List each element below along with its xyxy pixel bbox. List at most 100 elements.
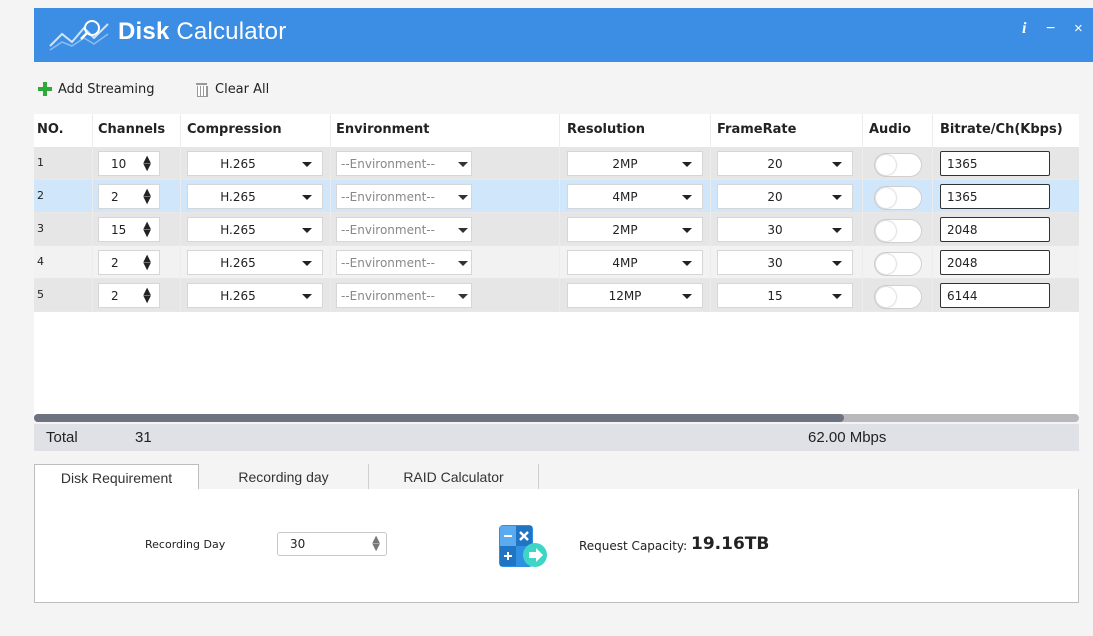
dropdown-caret-icon [302, 261, 312, 266]
compression-select[interactable]: H.265 [187, 283, 323, 308]
compression-select[interactable]: H.265 [187, 184, 323, 209]
spin-arrows-icon[interactable]: ▲ ▼ [143, 221, 151, 239]
compression-value: H.265 [220, 222, 256, 237]
dropdown-caret-icon [682, 261, 692, 266]
table-row[interactable]: 5 2 ▲ ▼ H.265 --Environment-- 12MP 15 6144 [34, 279, 1079, 312]
toggle-knob [876, 287, 896, 307]
framerate-select[interactable]: 20 [717, 151, 853, 176]
app-title: Disk Calculator [118, 18, 287, 45]
table-row[interactable]: 3 15 ▲ ▼ H.265 --Environment-- 2MP 30 2048 [34, 213, 1079, 246]
add-streaming-button[interactable]: Add Streaming [38, 78, 154, 100]
audio-toggle[interactable] [874, 153, 922, 177]
environment-select[interactable]: --Environment-- [336, 151, 472, 176]
audio-toggle[interactable] [874, 252, 922, 276]
close-icon[interactable]: × [1074, 20, 1083, 37]
channels-spinbox[interactable]: 15 ▲ ▼ [98, 217, 160, 242]
tab-recording-day[interactable]: Recording day [199, 464, 369, 490]
resolution-select[interactable]: 4MP [567, 250, 703, 275]
bitrate-input[interactable]: 2048 [940, 217, 1050, 242]
resolution-select[interactable]: 12MP [567, 283, 703, 308]
resolution-value: 12MP [608, 288, 642, 303]
info-icon[interactable]: i [1022, 20, 1026, 38]
spin-arrows-icon[interactable]: ▲ ▼ [143, 188, 151, 206]
compression-value: H.265 [220, 189, 256, 204]
dropdown-caret-icon [832, 162, 842, 167]
framerate-select[interactable]: 15 [717, 283, 853, 308]
clear-all-button[interactable]: Clear All [196, 78, 269, 100]
recording-day-value: 30 [290, 537, 306, 551]
minimize-icon[interactable]: − [1046, 20, 1055, 38]
spin-arrows-icon[interactable]: ▲ ▼ [143, 155, 151, 173]
channels-spinbox[interactable]: 2 ▲ ▼ [98, 283, 160, 308]
calculator-icon[interactable] [499, 525, 553, 567]
spin-arrows-icon[interactable]: ▲ ▼ [372, 535, 380, 553]
row-number: 3 [37, 222, 44, 235]
bitrate-input[interactable]: 2048 [940, 250, 1050, 275]
environment-select[interactable]: --Environment-- [336, 217, 472, 242]
framerate-select[interactable]: 30 [717, 217, 853, 242]
recording-day-spinbox[interactable]: 30 ▲ ▼ [277, 532, 387, 556]
compression-select[interactable]: H.265 [187, 151, 323, 176]
compression-select[interactable]: H.265 [187, 250, 323, 275]
header-environment: Environment [336, 122, 430, 137]
environment-value: --Environment-- [341, 255, 435, 270]
audio-toggle[interactable] [874, 285, 922, 309]
framerate-select[interactable]: 30 [717, 250, 853, 275]
toggle-knob [876, 221, 896, 241]
total-label: Total [46, 429, 78, 446]
table-row[interactable]: 2 2 ▲ ▼ H.265 --Environment-- 4MP 20 1365 [34, 180, 1079, 213]
table-row[interactable]: 1 10 ▲ ▼ H.265 --Environment-- 2MP 20 1365 [34, 147, 1079, 180]
environment-select[interactable]: --Environment-- [336, 184, 472, 209]
column-divider [180, 114, 181, 312]
header-compression: Compression [187, 122, 282, 137]
framerate-value: 15 [767, 288, 783, 303]
column-divider [710, 114, 711, 312]
spin-arrows-icon[interactable]: ▲ ▼ [143, 254, 151, 272]
bitrate-input[interactable]: 1365 [940, 184, 1050, 209]
resolution-select[interactable]: 2MP [567, 151, 703, 176]
request-capacity-label: Request Capacity: [579, 539, 688, 553]
resolution-select[interactable]: 2MP [567, 217, 703, 242]
compression-value: H.265 [220, 288, 256, 303]
channels-spinbox[interactable]: 2 ▲ ▼ [98, 184, 160, 209]
trash-icon [196, 82, 208, 97]
compression-select[interactable]: H.265 [187, 217, 323, 242]
dropdown-caret-icon [832, 294, 842, 299]
environment-value: --Environment-- [341, 288, 435, 303]
dropdown-caret-icon [302, 294, 312, 299]
channels-value: 2 [111, 288, 119, 303]
bitrate-input[interactable]: 1365 [940, 151, 1050, 176]
dropdown-caret-icon [458, 261, 468, 266]
tab-disk-requirement[interactable]: Disk Requirement [34, 464, 199, 491]
framerate-value: 20 [767, 189, 783, 204]
disk-requirement-panel: Recording Day 30 ▲ ▼ Request Capacity: 19… [34, 489, 1079, 603]
scrollbar-thumb[interactable] [34, 414, 844, 422]
audio-toggle[interactable] [874, 186, 922, 210]
bitrate-input[interactable]: 6144 [940, 283, 1050, 308]
resolution-select[interactable]: 4MP [567, 184, 703, 209]
table-row[interactable]: 4 2 ▲ ▼ H.265 --Environment-- 4MP 30 2048 [34, 246, 1079, 279]
channels-spinbox[interactable]: 2 ▲ ▼ [98, 250, 160, 275]
horizontal-scrollbar[interactable] [34, 414, 1079, 422]
header-framerate: FrameRate [717, 122, 797, 137]
channels-value: 2 [111, 255, 119, 270]
title-bar[interactable]: Disk Calculator i − × [34, 8, 1093, 62]
dropdown-caret-icon [302, 228, 312, 233]
total-bar: Total 31 62.00 Mbps [34, 424, 1079, 451]
channels-spinbox[interactable]: 10 ▲ ▼ [98, 151, 160, 176]
streaming-table: NO. Channels Compression Environment Res… [34, 114, 1079, 420]
environment-select[interactable]: --Environment-- [336, 283, 472, 308]
spin-arrows-icon[interactable]: ▲ ▼ [143, 287, 151, 305]
dropdown-caret-icon [302, 162, 312, 167]
header-resolution: Resolution [567, 122, 646, 137]
audio-toggle[interactable] [874, 219, 922, 243]
request-capacity-value: 19.16TB [691, 534, 770, 554]
dropdown-caret-icon [458, 195, 468, 200]
header-no: NO. [37, 122, 64, 137]
row-number: 5 [37, 288, 44, 301]
framerate-select[interactable]: 20 [717, 184, 853, 209]
tab-raid-calculator[interactable]: RAID Calculator [369, 464, 539, 490]
toggle-knob [876, 188, 896, 208]
environment-select[interactable]: --Environment-- [336, 250, 472, 275]
environment-value: --Environment-- [341, 156, 435, 171]
